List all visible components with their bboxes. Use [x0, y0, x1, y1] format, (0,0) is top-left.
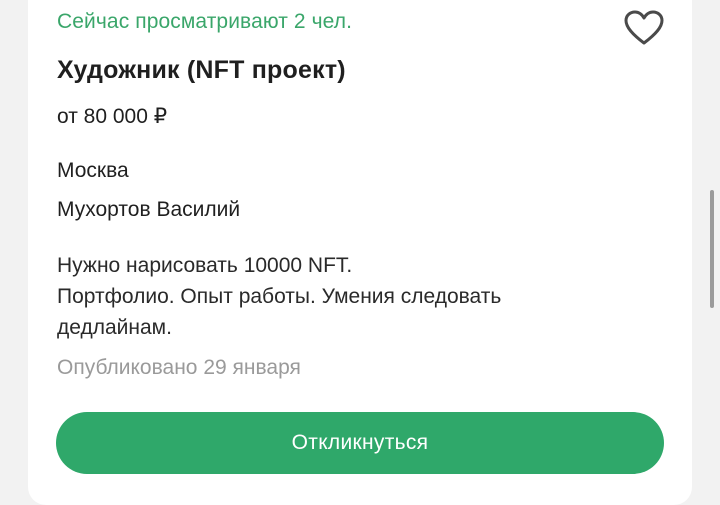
scrollbar[interactable] [710, 190, 714, 308]
respond-button[interactable]: Откликнуться [56, 412, 664, 474]
description-line: дедлайнам. [57, 316, 172, 339]
published-date: Опубликовано 29 января [57, 356, 301, 379]
city-text: Москва [57, 159, 129, 182]
employer-name: Мухортов Василий [57, 198, 241, 221]
description-line: Нужно нарисовать 10000 NFT. [57, 254, 353, 277]
vacancy-description: Нужно нарисовать 10000 NFT. Портфолио. О… [57, 250, 617, 343]
viewers-count-text: Сейчас просматривают 2 чел. [57, 10, 353, 33]
description-line: Портфолио. Опыт работы. Умения следовать [57, 285, 502, 308]
salary-text: от 80 000 ₽ [57, 105, 168, 128]
vacancy-title[interactable]: Художник (NFT проект) [57, 56, 346, 85]
heart-icon[interactable] [624, 10, 664, 46]
